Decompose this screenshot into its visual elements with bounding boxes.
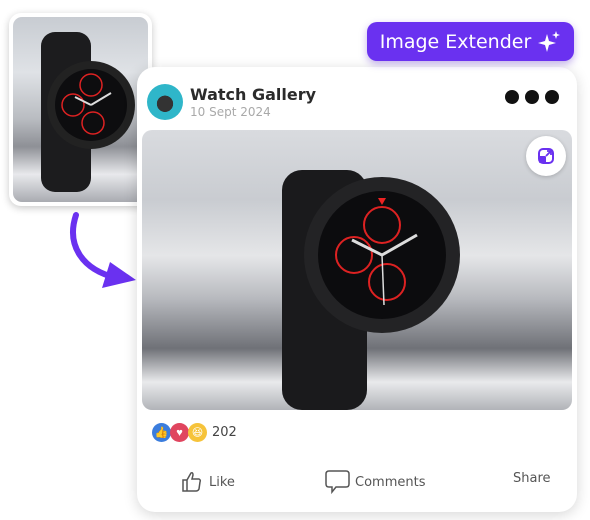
laugh-icon: 😆 xyxy=(188,423,207,442)
expand-image-button[interactable] xyxy=(526,136,566,176)
like-label: Like xyxy=(209,474,235,490)
heart-icon: ♥ xyxy=(170,423,189,442)
comment-icon xyxy=(325,470,350,495)
arrow-icon xyxy=(70,212,136,288)
reaction-count: 202 xyxy=(212,425,237,440)
sparkle-icon xyxy=(538,30,561,52)
watch-icon xyxy=(41,32,135,192)
comments-label: Comments xyxy=(355,474,426,490)
post-actions: Like Comments Share xyxy=(137,465,577,495)
original-watch-image xyxy=(13,17,148,202)
image-extender-badge[interactable]: Image Extender xyxy=(367,22,574,61)
badge-label: Image Extender xyxy=(379,30,532,53)
avatar[interactable] xyxy=(147,84,183,120)
post-card: Watch Gallery 10 Sept 2024 👍 ♥ 😆 202 Lik… xyxy=(137,67,577,512)
like-icon: 👍 xyxy=(152,423,171,442)
more-dots-icon[interactable] xyxy=(505,90,559,104)
share-button[interactable]: Share xyxy=(513,471,551,486)
share-label: Share xyxy=(513,471,551,486)
comments-button[interactable]: Comments xyxy=(325,469,425,495)
post-date: 10 Sept 2024 xyxy=(190,105,271,119)
post-author[interactable]: Watch Gallery xyxy=(190,85,316,104)
post-photo xyxy=(142,130,572,410)
thumbs-up-icon xyxy=(182,472,202,492)
watch-photo xyxy=(282,170,460,410)
like-button[interactable]: Like xyxy=(181,471,235,493)
reactions-bar[interactable]: 👍 ♥ 😆 202 xyxy=(152,423,237,442)
expand-image-icon xyxy=(538,148,554,164)
original-image-card xyxy=(9,13,152,206)
